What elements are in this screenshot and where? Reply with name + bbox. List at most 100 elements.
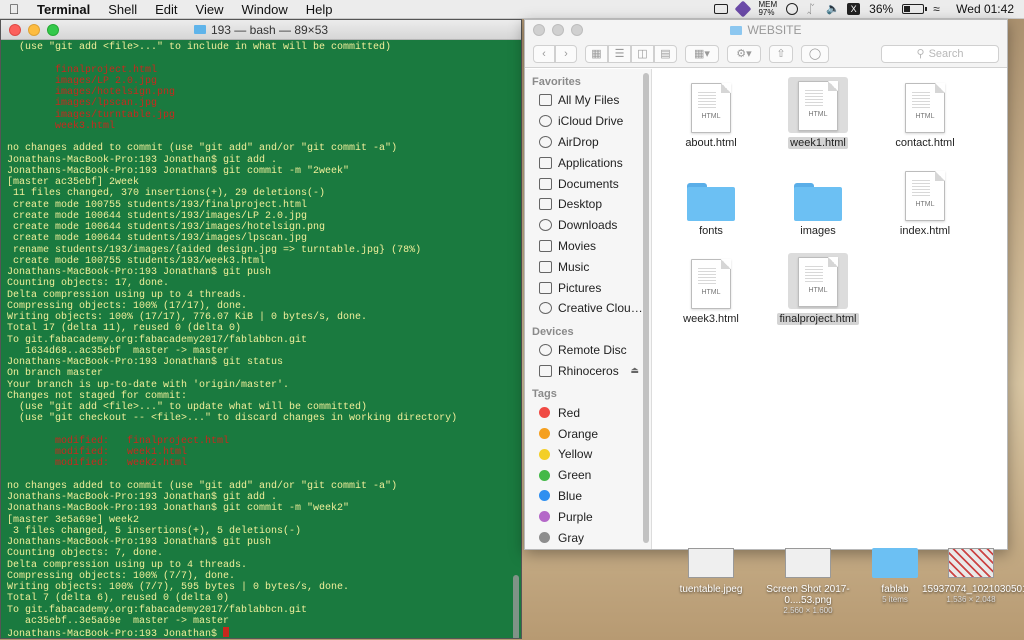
terminal-line: Jonathans-MacBook-Pro:193 Jonathan$ git … [7, 492, 278, 503]
close-button[interactable] [533, 24, 545, 36]
action-gear-button[interactable]: ⚙▾ [727, 44, 761, 63]
sidebar-item-orange[interactable]: Orange [525, 423, 651, 444]
terminal-output[interactable]: (use "git add <file>..." to include in w… [1, 40, 521, 638]
share-button[interactable]: ⇧ [769, 44, 793, 63]
file-item[interactable]: HTML contact.html [875, 77, 975, 151]
file-item[interactable]: HTML week1.html [768, 77, 868, 151]
file-item[interactable]: HTML index.html [875, 165, 975, 239]
file-item[interactable]: HTML about.html [661, 77, 761, 151]
sidebar-item-airdrop[interactable]: AirDrop [525, 132, 651, 153]
menu-bar:  Terminal Shell Edit View Window Help M… [0, 0, 1024, 19]
finder-content[interactable]: HTML about.html HTML week1.html HTML contact.… [653, 69, 1007, 549]
folder-icon [872, 548, 918, 578]
desktop-item[interactable]: 15937074_10210305016...0_o.jpg1.536 × 2.… [922, 548, 1024, 604]
sidebar-item-purple[interactable]: Purple [525, 506, 651, 527]
folder-item[interactable]: fonts [661, 165, 761, 239]
minimize-button[interactable] [552, 24, 564, 36]
memory-value: 97% [758, 8, 775, 17]
terminal-line: ac35ebf..3e5a69e master -> master [7, 615, 230, 627]
icon-view-button[interactable]: ▦ [585, 44, 608, 63]
menu-edit[interactable]: Edit [146, 2, 186, 17]
desktop-item[interactable]: tuentable.jpeg [668, 548, 754, 595]
file-name: week3.html [683, 313, 739, 325]
text-lines-icon [805, 266, 823, 284]
eject-icon[interactable]: ⏏ [630, 365, 639, 376]
sidebar-item-green[interactable]: Green [525, 465, 651, 486]
drive-icon [539, 364, 552, 377]
sidebar-item-blue[interactable]: Blue [525, 486, 651, 507]
sidebar-item-red[interactable]: Red [525, 402, 651, 423]
x-app-icon[interactable]: X [847, 3, 861, 15]
sidebar-item-desktop[interactable]: Desktop [525, 194, 651, 215]
menu-help[interactable]: Help [297, 2, 342, 17]
wifi-icon[interactable]: ≈ [933, 3, 947, 15]
terminal-line: To git.fabacademy.org:fabacademy2017/fab… [7, 604, 308, 616]
terminal-line: 3 files changed, 5 insertions(+), 5 dele… [7, 525, 302, 537]
sidebar-item-label: Pictures [558, 280, 602, 295]
finder-titlebar[interactable]: WEBSITE [525, 20, 1007, 40]
zoom-button[interactable] [571, 24, 583, 36]
sidebar-item-remote-disc[interactable]: Remote Disc [525, 340, 651, 361]
sidebar-item-pictures[interactable]: Pictures [525, 277, 651, 298]
sidebar-item-rhinoceros[interactable]: Rhinoceros ⏏ [525, 361, 651, 382]
sidebar-item-all-my-files[interactable]: All My Files [525, 90, 651, 111]
battery-icon[interactable] [902, 4, 928, 14]
menu-shell[interactable]: Shell [99, 2, 146, 17]
desktop-item-name: tuentable.jpeg [679, 584, 743, 595]
sidebar-item-creative-clou[interactable]: Creative Clou… [525, 298, 651, 319]
terminal-prompt-line[interactable]: Jonathans-MacBook-Pro:193 Jonathan$ [7, 627, 515, 638]
folder-icon [193, 25, 206, 34]
file-item[interactable]: HTML week3.html [661, 253, 761, 327]
menu-view[interactable]: View [187, 2, 233, 17]
terminal-line: images/hotelsign.png [7, 87, 176, 98]
menu-window[interactable]: Window [233, 2, 297, 17]
back-button[interactable]: ‹ [533, 44, 555, 63]
terminal-line: create mode 100644 students/193/images/l… [7, 233, 308, 245]
list-view-button[interactable]: ☰ [608, 44, 631, 63]
minimize-button[interactable] [28, 24, 40, 36]
search-field[interactable]: ⚲ Search [881, 44, 999, 63]
sidebar-item-music[interactable]: Music [525, 256, 651, 277]
terminal-line: Compressing objects: 100% (7/7), done. [7, 570, 236, 582]
battery-percent[interactable]: 36% [869, 2, 893, 16]
folder-icon [794, 183, 842, 221]
file-item[interactable]: HTML finalproject.html [768, 253, 868, 327]
sidebar-item-label: Remote Disc [558, 343, 627, 358]
terminal-window[interactable]: 193 — bash — 89×53 (use "git add <file>.… [0, 19, 522, 639]
cover-flow-button[interactable]: ▤ [654, 44, 677, 63]
volume-icon[interactable]: 🔈 [826, 3, 840, 15]
memory-readout[interactable]: MEM 97% [758, 1, 777, 17]
airplay-icon[interactable] [714, 4, 729, 14]
desktop-item[interactable]: Screen Shot 2017-0....53.png 2.560 × 1.60… [765, 548, 851, 615]
terminal-scrollbar[interactable] [513, 575, 519, 638]
file-name: contact.html [895, 137, 955, 149]
edit-tags-button[interactable]: ◯ [801, 44, 829, 63]
close-button[interactable] [9, 24, 21, 36]
sidebar-item-icloud-drive[interactable]: iCloud Drive [525, 111, 651, 132]
apple-menu-icon[interactable]:  [0, 1, 28, 17]
sidebar-item-yellow[interactable]: Yellow [525, 444, 651, 465]
finder-window[interactable]: WEBSITE ‹ › ▦ ☰ ◫ ▤ ▦▾ ⚙▾ ⇧ ◯ ⚲ Search F… [524, 19, 1008, 550]
terminal-titlebar[interactable]: 193 — bash — 89×53 [1, 20, 521, 40]
sidebar-item-documents[interactable]: Documents [525, 173, 651, 194]
zoom-button[interactable] [47, 24, 59, 36]
column-view-button[interactable]: ◫ [631, 44, 654, 63]
terminal-line: modified: finalproject.html [7, 435, 230, 447]
sidebar-item-downloads[interactable]: Downloads [525, 215, 651, 236]
bluetooth-icon[interactable]: ᛢ [807, 3, 817, 15]
sidebar-item-applications[interactable]: Applications [525, 152, 651, 173]
forward-button[interactable]: › [555, 44, 577, 63]
file-type-badge: HTML [915, 201, 935, 208]
menu-app-terminal[interactable]: Terminal [28, 2, 99, 17]
arrange-button[interactable]: ▦▾ [685, 44, 719, 63]
sidebar-scrollbar[interactable] [643, 73, 649, 543]
terminal-line: images/LP 2.0.jpg [7, 75, 158, 87]
time-machine-icon[interactable] [786, 3, 799, 15]
memory-monitor-icon[interactable] [734, 0, 752, 18]
folder-item[interactable]: images [768, 165, 868, 239]
sidebar-item-gray[interactable]: Gray [525, 527, 651, 548]
menu-clock[interactable]: Wed 01:42 [956, 2, 1014, 16]
sidebar-item-movies[interactable]: Movies [525, 236, 651, 257]
